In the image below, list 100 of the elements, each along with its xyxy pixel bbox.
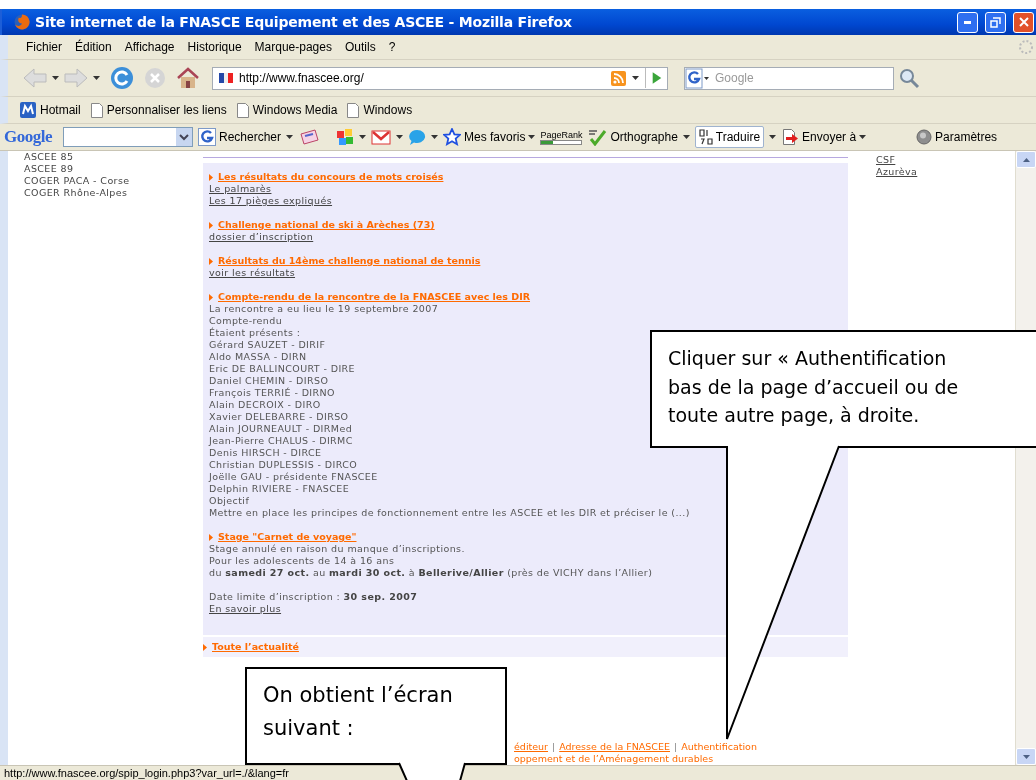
- down-arrow-icon: [1022, 754, 1030, 759]
- mail-icon[interactable]: [371, 129, 392, 145]
- restore-icon: [990, 16, 1001, 28]
- sidebar-link[interactable]: COGER Rhône-Alpes: [24, 187, 203, 199]
- callout-tooltip: Cliquer sur « Authentification bas de la page d’accueil ou de toute autre page, à droite.: [650, 330, 1036, 448]
- toolbar-button[interactable]: Orthographe: [587, 128, 678, 146]
- text: Objectif: [209, 495, 250, 507]
- text: Alain DECROIX - DIRO: [209, 399, 321, 411]
- flag-icon: [219, 73, 233, 83]
- text: Xavier DELEBARRE - DIRSO: [209, 411, 349, 423]
- menu-item[interactable]: Affichage: [120, 40, 184, 54]
- link[interactable]: dossier d’inscription: [209, 231, 314, 243]
- caret-icon[interactable]: [859, 135, 867, 139]
- page-icon: [90, 102, 103, 118]
- sidebar-link[interactable]: CSF: [876, 154, 896, 166]
- status-bar: http://www.fnascee.org/spip_login.php3?var_url=./&lang=fr: [0, 765, 1036, 780]
- bullet-icon: [209, 257, 213, 265]
- up-arrow-icon: [1022, 157, 1030, 162]
- dropdown-icon[interactable]: [176, 128, 192, 146]
- toolbar-button[interactable]: Rechercher: [198, 128, 282, 146]
- text: Compte-rendu: [209, 315, 283, 327]
- bullet-icon: [209, 221, 213, 229]
- window-title: Site internet de la FNASCE Equipement et des ASCEE - Mozilla Firefox: [35, 14, 573, 30]
- news-icon[interactable]: [298, 129, 321, 145]
- bookmark[interactable]: Windows: [347, 102, 413, 118]
- browser-logo-icon: [14, 14, 30, 30]
- text: du samedi 27 oct. au mardi 30 oct. à Bellerive/Allier (près de VICHY dans l’Allier): [209, 567, 653, 579]
- sidebar-link[interactable]: Azurèva: [876, 166, 918, 178]
- close-icon: [1018, 17, 1029, 27]
- settings-icon: [916, 129, 933, 145]
- caret-icon[interactable]: [396, 135, 404, 139]
- bullet-icon: [209, 293, 213, 301]
- sidebar-link[interactable]: ASCEE 89: [24, 163, 203, 175]
- caret-icon[interactable]: [769, 135, 777, 139]
- sidebar-link[interactable]: COGER PACA - Corse: [24, 175, 203, 187]
- text: Joëlle GAU - présidente FNASCEE: [209, 471, 378, 483]
- scroll-down-button[interactable]: [1016, 748, 1036, 765]
- google-logo: Google: [4, 127, 52, 147]
- caret-icon[interactable]: [528, 135, 536, 139]
- caret-icon[interactable]: [632, 76, 639, 80]
- caret-icon[interactable]: [431, 135, 439, 139]
- footer-text: oppement et de l’Aménagement durables: [514, 753, 714, 765]
- text: Daniel CHEMIN - DIRSO: [209, 375, 329, 387]
- caret-icon[interactable]: [359, 135, 367, 139]
- separator: |: [674, 741, 678, 753]
- link[interactable]: Le palmarès: [209, 183, 272, 195]
- link[interactable]: En savoir plus: [209, 603, 282, 615]
- home-icon[interactable]: [176, 67, 200, 89]
- page-icon: [236, 102, 249, 118]
- menu-item[interactable]: Édition: [71, 40, 121, 54]
- sidebar-link[interactable]: ASCEE 85: [24, 151, 203, 163]
- bookmark[interactable]: Windows Media: [236, 102, 338, 118]
- minimize-icon: [964, 20, 971, 24]
- caret-icon[interactable]: [93, 76, 100, 80]
- text: Delphin RIVIERE - FNASCEE: [209, 483, 350, 495]
- pagerank-meter[interactable]: PageRank: [540, 129, 583, 145]
- text: François TERRIÉ - DIRNO: [209, 387, 335, 399]
- link[interactable]: Les 17 pièges expliqués: [209, 195, 333, 207]
- menu-item[interactable]: ?: [384, 40, 405, 54]
- settings-button[interactable]: Paramètres: [916, 129, 998, 145]
- toolbar-button[interactable]: Envoyer à: [781, 128, 867, 146]
- minimize-button[interactable]: [957, 11, 978, 33]
- bullet-icon: [209, 173, 213, 181]
- separator: |: [552, 741, 556, 753]
- text: Date limite d’inscription : 30 sep. 2007: [209, 591, 418, 603]
- google-search-field[interactable]: [63, 127, 193, 147]
- menu-item[interactable]: Marque-pages: [250, 40, 341, 54]
- address-field[interactable]: http://www.fnascee.org/: [212, 66, 668, 90]
- search-icon[interactable]: [898, 67, 920, 89]
- menu-item[interactable]: Historique: [183, 40, 251, 54]
- text: Étaient présents :: [209, 327, 301, 339]
- text: Eric DE BALLINCOURT - DIRE: [209, 363, 355, 375]
- scroll-up-button[interactable]: [1016, 151, 1036, 168]
- text: Alain JOURNEAULT - DIRMed: [209, 423, 353, 435]
- menu-item[interactable]: Fichier: [22, 40, 71, 54]
- bookmark[interactable]: Personnaliser les liens: [90, 102, 227, 118]
- page-icon: [347, 102, 360, 118]
- text: La rencontre a eu lieu le 19 septembre 2007: [209, 303, 439, 315]
- mail-icon: [20, 102, 36, 118]
- caret-icon[interactable]: [682, 135, 690, 139]
- toolbar-button[interactable]: Mes favoris: [443, 128, 536, 146]
- caret-icon[interactable]: [286, 135, 294, 139]
- bullet-icon: [209, 533, 213, 541]
- restore-button[interactable]: [985, 11, 1006, 33]
- text: Denis HIRSCH - DIRCE: [209, 447, 322, 459]
- callout-tail: [398, 763, 466, 780]
- bullet-icon: [203, 643, 207, 651]
- close-button[interactable]: [1013, 11, 1034, 33]
- toolbar-button[interactable]: Traduire: [694, 126, 765, 148]
- spellcheck-icon: [587, 128, 608, 146]
- link[interactable]: voir les résultats: [209, 267, 296, 279]
- reload-icon[interactable]: [110, 66, 134, 90]
- text: Aldo MASSA - DIRN: [209, 351, 307, 363]
- caret-icon[interactable]: [52, 76, 59, 80]
- text: Gérard SAUZET - DIRIF: [209, 339, 326, 351]
- bookmark[interactable]: Hotmail: [20, 102, 81, 118]
- text: Mettre en place les principes de fonctionnement entre les ASCEE et les DIR et préciser le (...): [209, 507, 690, 519]
- send-icon: [781, 128, 800, 146]
- google-g-icon: [198, 128, 216, 146]
- menu-item[interactable]: Outils: [340, 40, 385, 54]
